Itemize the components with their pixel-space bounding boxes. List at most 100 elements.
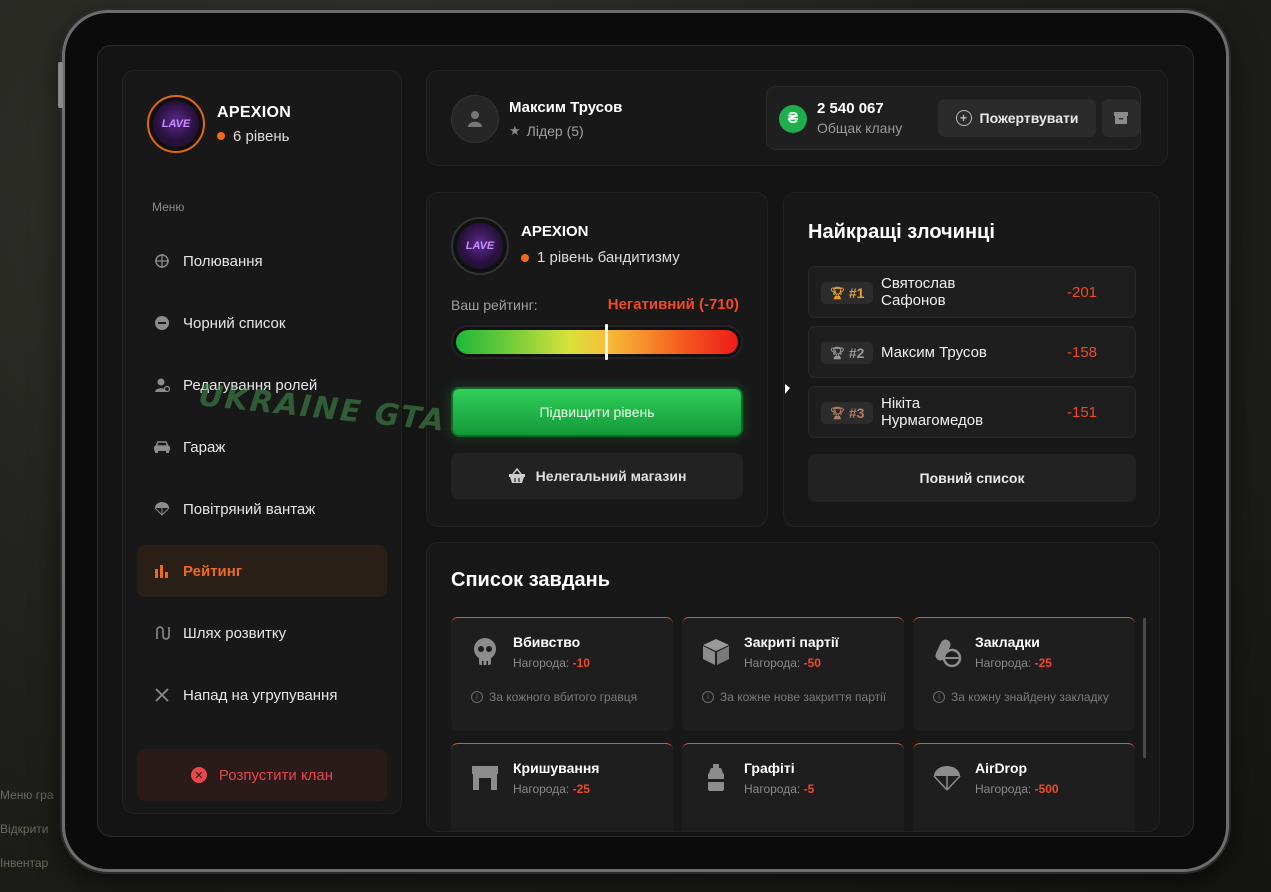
rating-card: LAVE APEXION 1 рівень бандитизму Ваш рей… <box>426 192 768 527</box>
tasks-card: Список завдань Вбивство Нагорода: -10 iЗ… <box>426 542 1160 832</box>
close-circle-icon: ✕ <box>190 767 207 783</box>
parachute-icon <box>153 500 171 518</box>
task-card[interactable]: Закладки Нагорода: -25 i За кожну знайден… <box>913 617 1135 731</box>
task-note: i За кожне нове закриття партії <box>702 690 892 704</box>
criminal-score: -158 <box>1067 344 1098 361</box>
mouse-cursor <box>785 384 790 394</box>
criminal-score: -201 <box>1067 284 1098 301</box>
rating-label: Ваш рейтинг: <box>451 297 538 313</box>
rating-clan-name: APEXION <box>521 223 589 240</box>
clan-screen: LAVE APEXION 6 рівень Меню Полювання Чор… <box>97 45 1194 837</box>
criminal-row: 🏆︎ #2 Максим Трусов -158 <box>808 326 1136 378</box>
sidebar-item-label: Полювання <box>183 252 263 270</box>
parachute-icon <box>931 762 963 794</box>
sidebar-item-label: Гараж <box>183 438 226 456</box>
sidebar-item-label: Повітряний вантаж <box>183 500 316 518</box>
rating-level-text: 1 рівень бандитизму <box>537 249 680 266</box>
user-name: Максим Трусов <box>509 99 623 116</box>
task-name: Графіті <box>744 760 795 776</box>
upgrade-level-button[interactable]: Підвищити рівень <box>451 387 743 437</box>
sidebar-item-rating[interactable]: Рейтинг <box>137 545 387 597</box>
illegal-shop-label: Нелегальний магазин <box>535 468 687 484</box>
task-reward: Нагорода: -50 <box>744 656 821 670</box>
hryvnia-icon: ₴ <box>779 105 807 133</box>
shop-icon <box>469 762 501 794</box>
clan-name: APEXION <box>217 103 292 121</box>
task-reward: Нагорода: -500 <box>975 782 1059 796</box>
donate-button[interactable]: + Пожертвувати <box>938 99 1096 137</box>
clan-wallet: ₴ 2 540 067 Общак клану + Пожертвувати <box>766 86 1141 150</box>
task-name: AirDrop <box>975 760 1028 776</box>
clan-logo: LAVE <box>153 101 199 147</box>
clan-logo: LAVE <box>457 223 503 269</box>
box-icon <box>700 636 732 668</box>
car-icon <box>153 438 171 456</box>
menu-title: Меню <box>152 200 185 214</box>
task-reward: Нагорода: -10 <box>513 656 590 670</box>
background-label: Меню гра <box>0 788 54 802</box>
info-icon: i <box>702 691 714 703</box>
rating-clan-avatar: LAVE <box>451 217 509 275</box>
rating-value: Негативний (-710) <box>607 296 739 313</box>
trophy-icon: 🏆︎ <box>829 346 845 360</box>
task-reward: Нагорода: -5 <box>744 782 815 796</box>
level-dot-icon <box>521 253 529 262</box>
criminal-name: Нікіта Нурмагомедов <box>881 395 984 429</box>
sidebar-item-hunting[interactable]: Полювання <box>137 235 387 287</box>
task-card[interactable]: Графіті Нагорода: -5 <box>682 743 904 831</box>
rating-marker <box>605 324 609 360</box>
disband-clan-button[interactable]: ✕ Розпустити клан <box>137 749 387 801</box>
basket-icon <box>508 468 525 483</box>
rank-badge: 🏆︎ #1 <box>821 282 873 304</box>
task-note: i За кожну знайдену закладку <box>933 690 1123 704</box>
task-note: i За кожного вбитого гравця <box>471 690 661 704</box>
sidebar-item-attack[interactable]: Напад на угрупування <box>137 669 387 721</box>
task-name: Вбивство <box>513 634 581 650</box>
crossed-swords-icon <box>153 686 171 704</box>
rating-bar-gradient <box>456 324 738 360</box>
criminal-name: Святослав Сафонов <box>881 275 956 309</box>
tasks-title: Список завдань <box>451 569 611 591</box>
info-icon: i <box>933 691 945 703</box>
full-list-button[interactable]: Повний список <box>808 454 1136 502</box>
task-name: Закладки <box>975 634 1040 650</box>
illegal-shop-button[interactable]: Нелегальний магазин <box>451 453 743 499</box>
crosshair-icon <box>153 252 171 270</box>
sidebar-item-development[interactable]: Шлях розвитку <box>137 607 387 659</box>
skull-icon <box>469 636 501 668</box>
tablet-side-button <box>58 62 63 108</box>
clan-avatar: LAVE <box>147 95 205 153</box>
star-icon: ★ <box>509 123 521 138</box>
task-card[interactable]: AirDrop Нагорода: -500 <box>913 743 1135 831</box>
archive-box-icon <box>1114 112 1128 124</box>
disband-label: Розпустити клан <box>218 766 334 784</box>
task-card[interactable]: Закриті партії Нагорода: -50 i За кожне н… <box>682 617 904 731</box>
task-card[interactable]: Вбивство Нагорода: -10 i За кожного вбито… <box>451 617 673 731</box>
sidebar-menu: Полювання Чорний список Редагування роле… <box>137 235 387 731</box>
sidebar-item-airdrop[interactable]: Повітряний вантаж <box>137 483 387 535</box>
clan-level: 6 рівень <box>217 128 291 145</box>
bar-chart-icon <box>153 562 171 580</box>
rating-bar <box>451 324 743 360</box>
sidebar-item-label: Напад на угрупування <box>183 686 338 704</box>
rank-badge: 🏆︎ #3 <box>821 402 873 424</box>
task-card[interactable]: Кришування Нагорода: -25 <box>451 743 673 831</box>
user-gear-icon <box>153 376 171 394</box>
archive-button[interactable] <box>1102 99 1140 137</box>
spray-can-icon <box>700 762 732 794</box>
rank-number: #1 <box>848 285 865 301</box>
clan-balance-label: Общак клану <box>817 120 903 136</box>
user-icon <box>468 111 482 127</box>
path-icon <box>153 624 171 642</box>
rank-badge: 🏆︎ #2 <box>821 342 873 364</box>
tasks-scrollbar[interactable] <box>1143 618 1146 758</box>
best-criminals-title: Найкращі злочинці <box>808 221 995 243</box>
rating-clan-level: 1 рівень бандитизму <box>521 249 680 266</box>
user-role: ★ Лідер (5) <box>509 123 584 139</box>
clan-balance: 2 540 067 <box>817 100 884 117</box>
level-dot-icon <box>217 132 225 140</box>
sidebar-item-label: Рейтинг <box>183 562 243 580</box>
sidebar-item-blacklist[interactable]: Чорний список <box>137 297 387 349</box>
info-icon: i <box>471 691 483 703</box>
criminal-name: Максим Трусов <box>881 344 987 361</box>
